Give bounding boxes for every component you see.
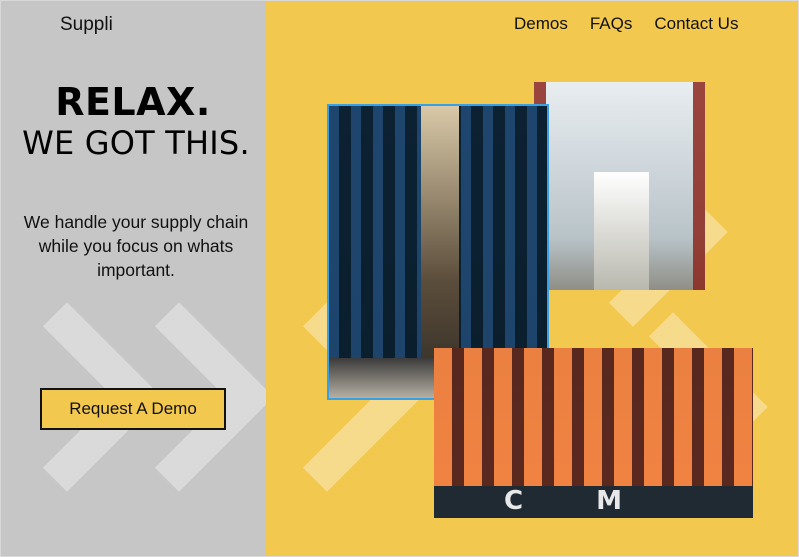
container-ship-port-image: C M bbox=[434, 348, 753, 518]
nav-faqs[interactable]: FAQs bbox=[590, 14, 633, 34]
warehouse-person-aisle-image bbox=[534, 82, 705, 290]
hero-tagline: We handle your supply chain while you fo… bbox=[23, 212, 249, 280]
nav-demos[interactable]: Demos bbox=[514, 14, 568, 34]
warehouse-aisle-light bbox=[594, 172, 649, 290]
brand-logo[interactable]: Suppli bbox=[60, 14, 113, 36]
ship-hull: C M bbox=[434, 486, 753, 518]
hero-headline: RELAX. bbox=[55, 80, 211, 124]
nav-contact-us[interactable]: Contact Us bbox=[654, 14, 738, 34]
top-nav: Demos FAQs Contact Us bbox=[514, 14, 738, 34]
request-demo-button[interactable]: Request A Demo bbox=[40, 388, 226, 430]
hero-subheadline: WE GOT THIS. bbox=[22, 124, 250, 162]
ship-hull-text: C M bbox=[504, 486, 655, 516]
